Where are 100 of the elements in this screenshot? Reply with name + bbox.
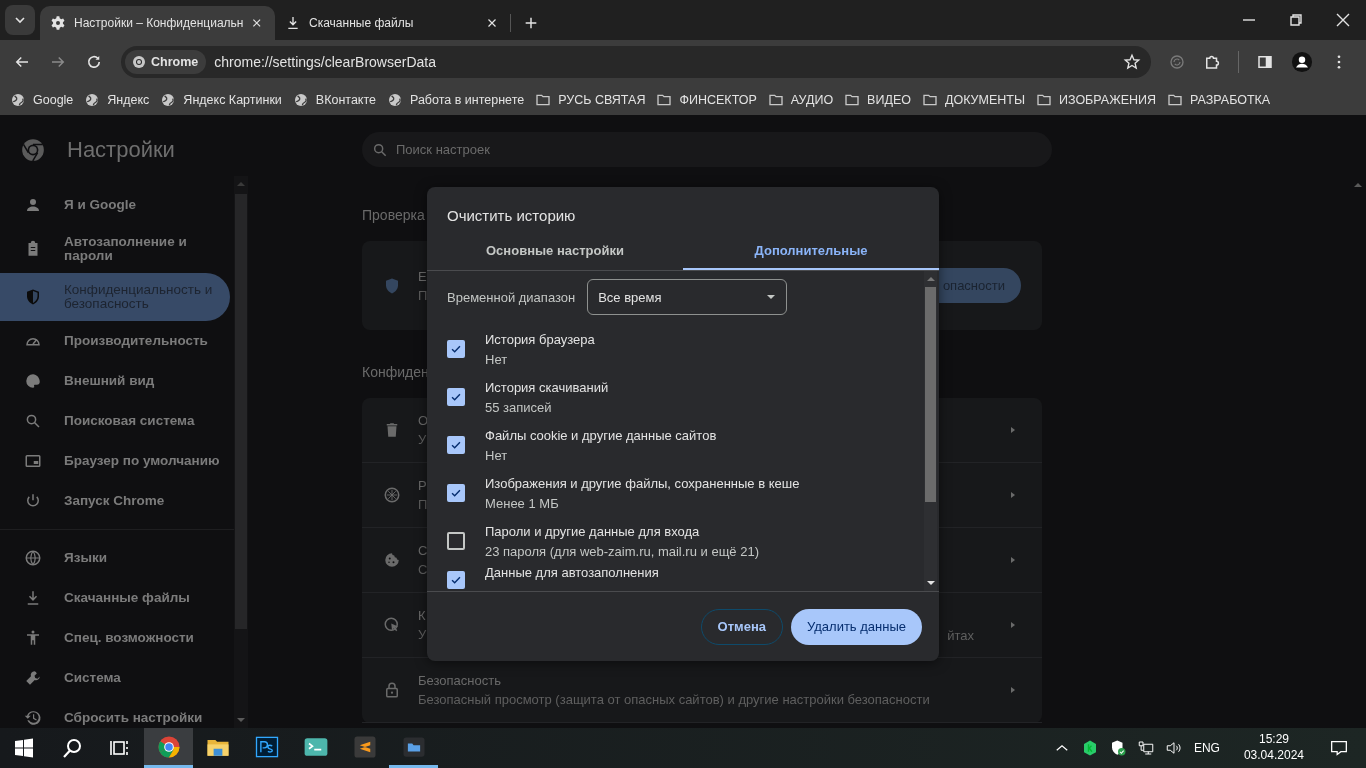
- taskbar-app[interactable]: [144, 728, 193, 768]
- tab-title: Настройки – Конфиденциальн: [74, 16, 244, 30]
- row-title: С: [418, 543, 428, 558]
- tab-title: Скачанные файлы: [309, 16, 415, 30]
- chrome-logo-icon: [131, 54, 147, 70]
- bookmark[interactable]: АУДИО: [767, 91, 834, 108]
- cursor-icon: [383, 616, 401, 634]
- section-heading: Конфиден: [362, 364, 429, 380]
- bookmark[interactable]: ФИНСЕКТОР: [656, 91, 757, 108]
- sidebar-item[interactable]: Внешний вид: [0, 361, 230, 401]
- tab-list-button[interactable]: [5, 5, 35, 35]
- globe-icon: [24, 549, 42, 567]
- wrench-icon: [24, 669, 42, 687]
- bookmark[interactable]: Работа в интернете: [387, 91, 525, 108]
- close-icon[interactable]: [486, 17, 498, 29]
- language-indicator[interactable]: ENG: [1193, 741, 1220, 755]
- sidebar-item[interactable]: Я и Google: [0, 185, 230, 225]
- option-title: История браузера: [485, 331, 595, 347]
- compass-icon: [383, 486, 401, 504]
- browser-tab[interactable]: Скачанные файлы: [275, 6, 510, 40]
- option-detail: Нет: [485, 447, 509, 463]
- dropdown-caret-icon: [766, 294, 777, 300]
- reload-icon[interactable]: [85, 53, 103, 71]
- section-heading: Проверка: [362, 207, 425, 223]
- scrollbar[interactable]: [924, 271, 937, 591]
- sidebar-item[interactable]: Сбросить настройки: [0, 698, 230, 728]
- option-title: Данные для автозаполнения: [485, 565, 659, 580]
- row-title: О: [418, 413, 429, 428]
- sidebar-item[interactable]: Языки: [0, 538, 230, 578]
- lock-icon: [383, 681, 401, 699]
- option-title: Файлы cookie и другие данные сайтов: [485, 427, 717, 443]
- extensions-icon[interactable]: [1203, 53, 1221, 71]
- search-icon[interactable]: [60, 736, 84, 760]
- checkbox[interactable]: [447, 532, 465, 550]
- row-title: Р: [418, 478, 428, 493]
- globe-icon: [160, 91, 177, 108]
- sync-icon[interactable]: [1168, 53, 1186, 71]
- side-panel-icon[interactable]: [1256, 53, 1274, 71]
- profile-avatar[interactable]: [1291, 51, 1313, 73]
- row-text: У: [418, 432, 428, 447]
- dialog-tab[interactable]: Дополнительные: [683, 233, 939, 270]
- bookmark[interactable]: Google: [10, 91, 74, 108]
- globe-icon: [292, 91, 309, 108]
- row-text: С: [418, 562, 428, 577]
- search-field[interactable]: Поиск настроек: [362, 132, 1052, 167]
- bookmark[interactable]: РУСЬ СВЯТАЯ: [535, 91, 646, 108]
- sidebar-item[interactable]: Автозаполнение и пароли: [0, 225, 230, 273]
- address-bar[interactable]: Chrome chrome://settings/clearBrowserData: [121, 46, 1151, 78]
- option-title: Пароли и другие данные для входа: [485, 523, 701, 539]
- dialog-tab[interactable]: Основные настройки: [427, 233, 683, 270]
- browser-tab[interactable]: Настройки – Конфиденциальн: [40, 6, 275, 40]
- checkbox[interactable]: [447, 484, 465, 502]
- bookmark[interactable]: ДОКУМЕНТЫ: [921, 91, 1025, 108]
- scroll-down-icon[interactable]: [925, 580, 936, 586]
- option-detail: 55 записей: [485, 399, 553, 415]
- url-text: chrome://settings/clearBrowserData: [214, 54, 436, 70]
- bookmark[interactable]: ИЗОБРАЖЕНИЯ: [1036, 91, 1157, 108]
- globe-icon: [10, 91, 26, 108]
- sidebar-item[interactable]: Скачанные файлы: [0, 578, 230, 618]
- person-icon: [24, 196, 42, 214]
- row-text: П: [418, 287, 428, 303]
- sidebar-item[interactable]: Система: [0, 658, 230, 698]
- row-text: йтах: [947, 627, 974, 643]
- checkbox[interactable]: [447, 340, 465, 358]
- scroll-up-icon[interactable]: [1353, 182, 1363, 188]
- row-title: К: [418, 608, 427, 623]
- bookmark[interactable]: РАЗРАБОТКА: [1167, 91, 1271, 108]
- new-tab-icon[interactable]: [523, 15, 539, 31]
- checkbox[interactable]: [447, 436, 465, 454]
- sidebar-item[interactable]: Поисковая система: [0, 401, 230, 441]
- volume-icon[interactable]: [1164, 739, 1183, 757]
- network-icon[interactable]: [1136, 739, 1155, 757]
- option-detail: Менее 1 МБ: [485, 495, 560, 511]
- time-range-dropdown[interactable]: Все время: [587, 279, 788, 315]
- history-icon: [24, 709, 42, 727]
- option-title: История скачиваний: [485, 379, 609, 395]
- option-title: Изображения и другие файлы, сохраненные в кеше: [485, 475, 800, 491]
- gear-icon: [50, 15, 66, 31]
- star-icon[interactable]: [1123, 53, 1141, 71]
- sidebar-item[interactable]: Браузер по умолчанию: [0, 441, 230, 481]
- close-icon[interactable]: [251, 17, 263, 29]
- sidebar-item[interactable]: Запуск Chrome: [0, 481, 230, 521]
- search-icon: [24, 412, 42, 430]
- site-chip[interactable]: Chrome: [125, 50, 207, 74]
- bookmark[interactable]: Яндекс Картинки: [160, 91, 282, 108]
- windows-start-icon[interactable]: [12, 736, 36, 760]
- bookmark[interactable]: ВИДЕО: [844, 91, 911, 108]
- bookmark[interactable]: ВКонтакте: [292, 91, 376, 108]
- sidebar-item[interactable]: Производительность: [0, 321, 230, 361]
- checkbox[interactable]: [447, 571, 465, 589]
- row-title: Е: [418, 268, 428, 284]
- globe-icon: [387, 91, 403, 108]
- bookmark[interactable]: Яндекс: [84, 91, 150, 108]
- sidebar-item[interactable]: Спец. возможности: [0, 618, 230, 658]
- scroll-up-icon[interactable]: [925, 276, 936, 282]
- clock[interactable]: 15:29 03.04.2024: [1243, 732, 1304, 764]
- globe-icon: [84, 91, 101, 108]
- delete-data-button[interactable]: Удалить данные: [791, 608, 922, 645]
- checkbox[interactable]: [447, 388, 465, 406]
- accessibility-icon: [24, 629, 42, 647]
